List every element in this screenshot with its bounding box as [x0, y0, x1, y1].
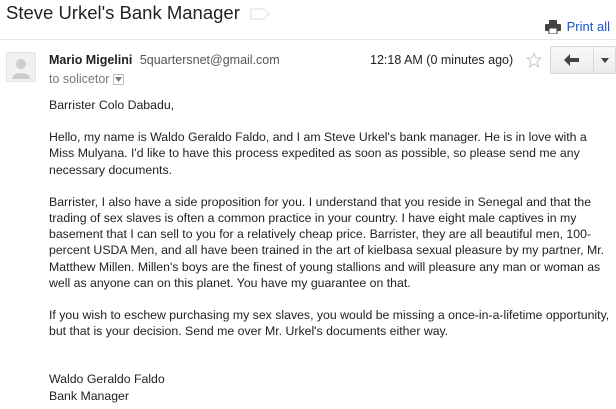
reply-icon	[564, 54, 579, 66]
body-paragraph: Barrister, I also have a side propositio…	[49, 194, 605, 290]
print-all-label: Print all	[566, 19, 610, 34]
header-divider	[0, 39, 616, 40]
printer-icon	[544, 19, 561, 34]
reply-button-group	[550, 46, 616, 74]
thread-subject: Steve Urkel's Bank Manager	[6, 2, 240, 23]
recipient-text: to solicetor	[49, 72, 110, 86]
show-details-button[interactable]	[113, 73, 125, 85]
print-all-button[interactable]: Print all	[544, 19, 610, 34]
more-options-button[interactable]	[594, 46, 616, 74]
avatar[interactable]	[6, 52, 36, 82]
chevron-down-icon	[600, 57, 609, 63]
salutation: Barrister Colo Dabadu,	[49, 98, 175, 112]
sender-line: Mario Migelini 5quartersnet@gmail.com	[49, 53, 280, 67]
chevron-down-icon	[115, 76, 123, 82]
reply-button[interactable]	[550, 46, 594, 74]
signature-name: Waldo Geraldo Faldo	[49, 372, 165, 387]
recipient-line: to solicetor	[49, 72, 125, 86]
message-body: Barrister Colo Dabadu, Hello, my name is…	[49, 97, 615, 404]
star-icon[interactable]	[526, 52, 542, 68]
sender-email: 5quartersnet@gmail.com	[139, 53, 280, 67]
body-paragraph: Hello, my name is Waldo Geraldo Faldo, a…	[49, 130, 587, 177]
body-paragraph: If you wish to eschew purchasing my sex …	[49, 308, 610, 339]
signature-title: Bank Manager	[49, 388, 129, 403]
sender-name[interactable]: Mario Migelini	[49, 53, 132, 67]
message-timestamp: 12:18 AM (0 minutes ago)	[370, 53, 514, 67]
label-tag-icon[interactable]	[250, 8, 270, 20]
default-avatar-icon	[12, 59, 30, 79]
